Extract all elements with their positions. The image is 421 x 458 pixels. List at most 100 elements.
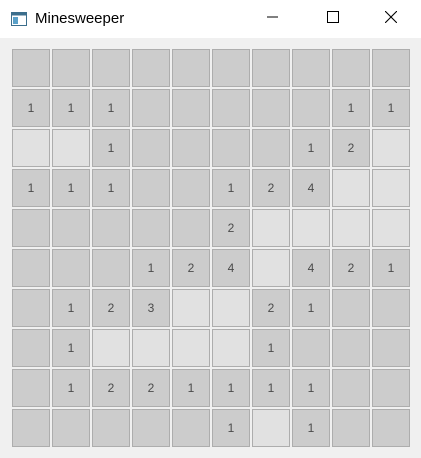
cell-number[interactable]: 1 (252, 369, 290, 407)
cell-revealed-empty[interactable] (12, 329, 50, 367)
cell-number[interactable]: 2 (92, 369, 130, 407)
cell-number[interactable]: 2 (252, 289, 290, 327)
cell-revealed-empty[interactable] (52, 209, 90, 247)
cell-number[interactable]: 1 (172, 369, 210, 407)
close-button[interactable] (368, 0, 414, 38)
cell-number[interactable]: 1 (212, 369, 250, 407)
cell-revealed-empty[interactable] (132, 209, 170, 247)
cell-number[interactable]: 4 (292, 249, 330, 287)
cell-unrevealed[interactable] (332, 169, 370, 207)
cell-number[interactable]: 4 (212, 249, 250, 287)
cell-revealed-empty[interactable] (332, 329, 370, 367)
cell-revealed-empty[interactable] (12, 409, 50, 447)
cell-number[interactable]: 1 (52, 329, 90, 367)
cell-revealed-empty[interactable] (12, 249, 50, 287)
cell-unrevealed[interactable] (172, 329, 210, 367)
cell-unrevealed[interactable] (372, 209, 410, 247)
cell-revealed-empty[interactable] (132, 409, 170, 447)
cell-revealed-empty[interactable] (252, 49, 290, 87)
cell-unrevealed[interactable] (12, 129, 50, 167)
cell-revealed-empty[interactable] (172, 169, 210, 207)
cell-revealed-empty[interactable] (372, 49, 410, 87)
cell-number[interactable]: 1 (52, 169, 90, 207)
cell-number[interactable]: 1 (252, 329, 290, 367)
cell-number[interactable]: 1 (212, 169, 250, 207)
cell-revealed-empty[interactable] (292, 89, 330, 127)
cell-revealed-empty[interactable] (12, 369, 50, 407)
cell-number[interactable]: 1 (372, 89, 410, 127)
cell-revealed-empty[interactable] (172, 49, 210, 87)
cell-number[interactable]: 1 (332, 89, 370, 127)
cell-number[interactable]: 1 (12, 169, 50, 207)
cell-revealed-empty[interactable] (92, 209, 130, 247)
cell-revealed-empty[interactable] (252, 89, 290, 127)
cell-revealed-empty[interactable] (132, 89, 170, 127)
cell-revealed-empty[interactable] (172, 89, 210, 127)
cell-number[interactable]: 1 (52, 89, 90, 127)
cell-revealed-empty[interactable] (12, 289, 50, 327)
cell-number[interactable]: 1 (52, 289, 90, 327)
cell-revealed-empty[interactable] (292, 49, 330, 87)
cell-number[interactable]: 1 (292, 409, 330, 447)
cell-revealed-empty[interactable] (92, 409, 130, 447)
cell-revealed-empty[interactable] (12, 49, 50, 87)
cell-number[interactable]: 2 (332, 129, 370, 167)
cell-unrevealed[interactable] (212, 289, 250, 327)
cell-revealed-empty[interactable] (132, 49, 170, 87)
cell-unrevealed[interactable] (252, 209, 290, 247)
cell-number[interactable]: 1 (92, 129, 130, 167)
cell-number[interactable]: 2 (332, 249, 370, 287)
cell-revealed-empty[interactable] (172, 129, 210, 167)
cell-number[interactable]: 1 (92, 169, 130, 207)
cell-number[interactable]: 2 (92, 289, 130, 327)
cell-unrevealed[interactable] (252, 249, 290, 287)
cell-number[interactable]: 3 (132, 289, 170, 327)
cell-revealed-empty[interactable] (212, 49, 250, 87)
cell-unrevealed[interactable] (252, 409, 290, 447)
cell-number[interactable]: 2 (252, 169, 290, 207)
cell-revealed-empty[interactable] (332, 289, 370, 327)
cell-number[interactable]: 1 (212, 409, 250, 447)
cell-unrevealed[interactable] (332, 209, 370, 247)
cell-revealed-empty[interactable] (12, 209, 50, 247)
cell-revealed-empty[interactable] (52, 49, 90, 87)
cell-number[interactable]: 1 (292, 129, 330, 167)
cell-revealed-empty[interactable] (332, 49, 370, 87)
cell-revealed-empty[interactable] (52, 249, 90, 287)
cell-revealed-empty[interactable] (212, 89, 250, 127)
cell-number[interactable]: 1 (292, 289, 330, 327)
cell-revealed-empty[interactable] (172, 409, 210, 447)
cell-number[interactable]: 2 (132, 369, 170, 407)
cell-unrevealed[interactable] (92, 329, 130, 367)
cell-unrevealed[interactable] (292, 209, 330, 247)
cell-number[interactable]: 1 (292, 369, 330, 407)
cell-revealed-empty[interactable] (132, 129, 170, 167)
maximize-button[interactable] (310, 0, 356, 38)
cell-unrevealed[interactable] (212, 329, 250, 367)
cell-revealed-empty[interactable] (372, 329, 410, 367)
cell-revealed-empty[interactable] (372, 409, 410, 447)
cell-number[interactable]: 1 (92, 89, 130, 127)
cell-number[interactable]: 1 (12, 89, 50, 127)
cell-revealed-empty[interactable] (52, 409, 90, 447)
cell-number[interactable]: 1 (132, 249, 170, 287)
cell-revealed-empty[interactable] (172, 209, 210, 247)
cell-unrevealed[interactable] (372, 129, 410, 167)
cell-revealed-empty[interactable] (212, 129, 250, 167)
cell-revealed-empty[interactable] (292, 329, 330, 367)
cell-number[interactable]: 2 (212, 209, 250, 247)
cell-number[interactable]: 4 (292, 169, 330, 207)
cell-number[interactable]: 1 (52, 369, 90, 407)
cell-revealed-empty[interactable] (132, 169, 170, 207)
cell-number[interactable]: 1 (372, 249, 410, 287)
cell-unrevealed[interactable] (132, 329, 170, 367)
cell-revealed-empty[interactable] (332, 409, 370, 447)
minimize-button[interactable] (250, 0, 296, 38)
cell-revealed-empty[interactable] (92, 49, 130, 87)
title-bar[interactable]: Minesweeper (0, 0, 421, 38)
cell-revealed-empty[interactable] (372, 369, 410, 407)
cell-number[interactable]: 2 (172, 249, 210, 287)
cell-unrevealed[interactable] (372, 169, 410, 207)
cell-unrevealed[interactable] (52, 129, 90, 167)
cell-revealed-empty[interactable] (332, 369, 370, 407)
